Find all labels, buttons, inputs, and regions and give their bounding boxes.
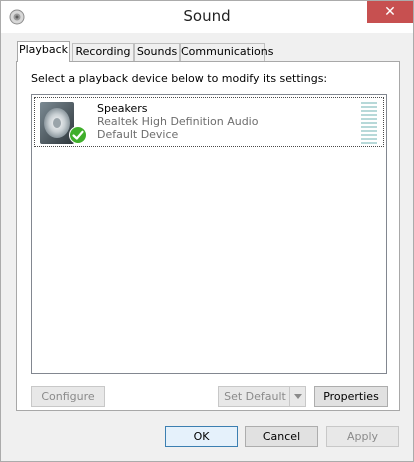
list-item[interactable]: Speakers Realtek High Definition Audio D… [34,97,384,147]
device-name: Speakers [97,102,148,115]
set-default-dropdown-icon[interactable] [289,387,305,406]
device-list[interactable]: Speakers Realtek High Definition Audio D… [31,94,387,374]
tab-sounds[interactable]: Sounds [134,43,180,61]
tab-playback[interactable]: Playback [17,41,70,62]
default-check-icon [69,126,87,144]
ok-button[interactable]: OK [165,426,238,447]
close-button[interactable]: ✕ [367,1,413,23]
device-status: Default Device [97,128,179,141]
apply-button[interactable]: Apply [326,426,399,447]
title-bar[interactable]: Sound ✕ [1,1,413,33]
cancel-button[interactable]: Cancel [245,426,318,447]
playback-panel: Select a playback device below to modify… [16,61,400,411]
tab-communications[interactable]: Communications [180,43,273,61]
set-default-button[interactable]: Set Default [218,386,306,407]
sound-dialog: Sound ✕ Playback Recording Sounds Commun… [0,0,414,462]
instruction-text: Select a playback device below to modify… [31,72,328,85]
set-default-label: Set Default [224,390,286,403]
configure-button[interactable]: Configure [31,386,105,407]
tab-recording[interactable]: Recording [72,43,134,61]
window-title: Sound [183,7,231,25]
volume-level-meter [361,102,377,144]
close-icon: ✕ [384,4,396,20]
device-driver: Realtek High Definition Audio [97,115,259,128]
properties-button[interactable]: Properties [314,386,388,407]
